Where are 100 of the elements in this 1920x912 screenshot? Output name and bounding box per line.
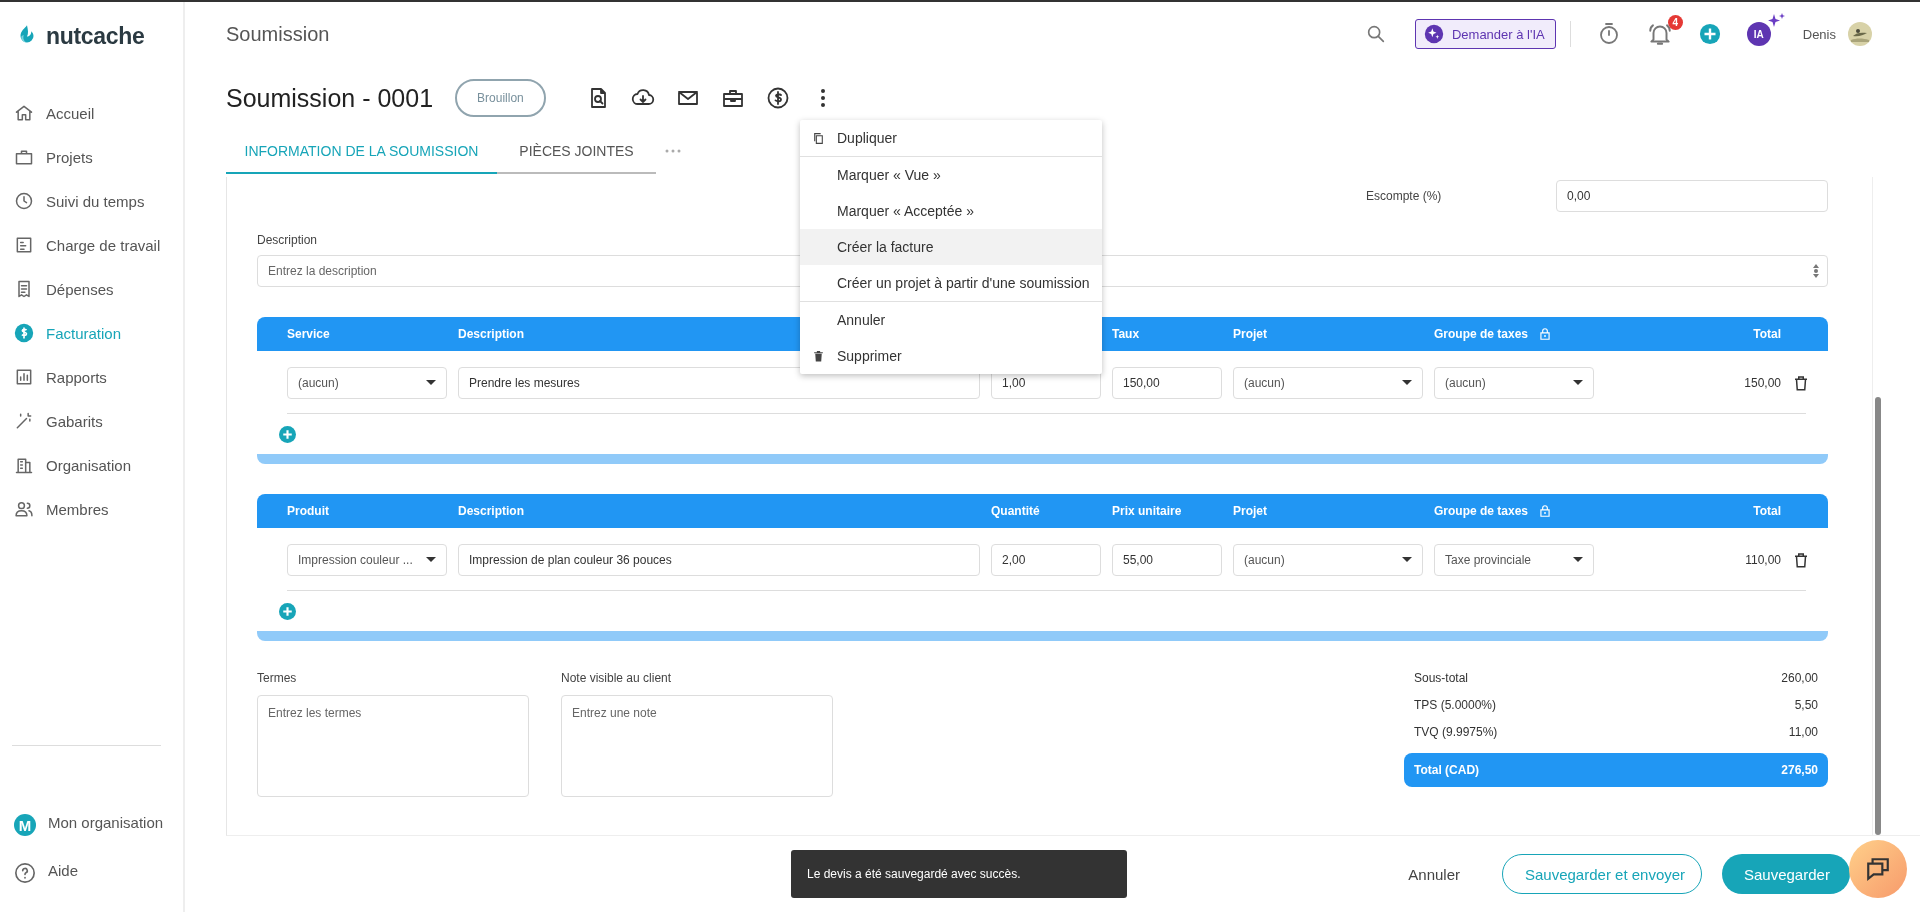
description-input[interactable]: Prendre les mesures xyxy=(458,366,980,399)
menu-item[interactable]: Marquer « Vue » xyxy=(800,157,1102,193)
caret-icon xyxy=(426,380,436,385)
chat-button[interactable] xyxy=(1849,840,1907,898)
summary-label: Sous-total xyxy=(1414,671,1469,685)
tab[interactable]: PIÈCES JOINTES xyxy=(497,130,656,174)
nav-item[interactable]: Gabarits xyxy=(0,404,183,438)
caret-icon xyxy=(426,557,436,562)
nav-item[interactable]: Organisation xyxy=(0,448,183,482)
nav-item[interactable]: Aide xyxy=(0,856,183,890)
user-name[interactable]: Denis xyxy=(1802,26,1836,42)
tax-select[interactable]: Taxe provinciale xyxy=(1434,543,1594,576)
scrollbar-thumb[interactable] xyxy=(1875,397,1881,835)
clock-icon xyxy=(14,191,34,211)
menu-item[interactable]: Créer un projet à partir d'une soumission xyxy=(800,265,1102,301)
add-icon[interactable] xyxy=(1698,23,1721,45)
trash-icon[interactable] xyxy=(1792,373,1810,392)
help-icon xyxy=(14,862,36,884)
cancel-button[interactable]: Annuler xyxy=(1386,854,1482,894)
nav-item[interactable]: Rapports xyxy=(0,360,183,394)
ai-avatar[interactable]: IA xyxy=(1746,22,1771,46)
quantity-input[interactable]: 2,00 xyxy=(991,543,1101,576)
column-header: Total xyxy=(1753,327,1781,341)
page-title: Soumission xyxy=(226,22,330,46)
sparkle-icon xyxy=(1767,13,1785,27)
nav-item[interactable]: M Mon organisation xyxy=(0,808,183,842)
nav-item[interactable]: Dépenses xyxy=(0,272,183,306)
trash-icon xyxy=(812,349,825,363)
caret-icon xyxy=(1402,380,1412,385)
add-icon[interactable] xyxy=(279,602,296,620)
discount-field[interactable]: 0,00 xyxy=(1556,180,1828,212)
caret-icon xyxy=(1402,557,1412,562)
caret-icon xyxy=(1573,380,1583,385)
column-header: Total xyxy=(1753,504,1781,518)
nav-item[interactable]: Accueil xyxy=(0,96,183,130)
description-input[interactable]: Impression de plan couleur 36 pouces xyxy=(458,543,980,576)
people-icon xyxy=(14,499,34,519)
total-label: Total (CAD) xyxy=(1414,763,1480,777)
scrollbar[interactable] xyxy=(1872,177,1882,835)
list-icon xyxy=(14,235,34,255)
summary-value: 11,00 xyxy=(1788,725,1818,739)
logo-text: nutcache xyxy=(46,22,145,50)
copy-icon xyxy=(812,131,825,145)
notification-badge: 4 xyxy=(1667,15,1683,30)
nav-item[interactable]: Projets xyxy=(0,140,183,174)
column-header: Service xyxy=(287,327,330,341)
nav-item[interactable]: Suivi du temps xyxy=(0,184,183,218)
menu-item[interactable]: Dupliquer xyxy=(800,120,1102,156)
lock-icon xyxy=(1538,327,1553,341)
column-header: Description xyxy=(458,504,524,518)
add-icon[interactable] xyxy=(279,425,296,443)
document-title: Soumission - 0001 xyxy=(226,83,434,113)
field-label: Termes xyxy=(257,671,298,685)
column-header: Prix unitaire xyxy=(1112,504,1182,518)
user-avatar[interactable] xyxy=(1848,22,1872,46)
field-label: Note visible au client xyxy=(561,671,673,685)
home-icon xyxy=(14,103,34,123)
column-header: Groupe de taxes xyxy=(1434,504,1529,518)
rate-input[interactable]: 55,00 xyxy=(1112,543,1222,576)
menu-item[interactable]: Annuler xyxy=(800,302,1102,338)
terms-field[interactable]: Entrez les termes xyxy=(257,695,529,797)
lock-icon xyxy=(1538,504,1553,518)
org-avatar: M xyxy=(14,814,36,836)
column-header: Quantité xyxy=(991,504,1040,518)
ai-button[interactable]: Demander à l'IA xyxy=(1414,19,1556,49)
field-label: Description xyxy=(257,233,318,247)
rate-input[interactable]: 150,00 xyxy=(1112,366,1222,399)
menu-item[interactable]: Marquer « Acceptée » xyxy=(800,193,1102,229)
project-select[interactable]: (aucun) xyxy=(1233,543,1423,576)
dollar-icon[interactable] xyxy=(765,86,790,110)
toast: Le devis a été sauvegardé avec succès. xyxy=(791,850,1127,898)
nav-item[interactable]: Membres xyxy=(0,492,183,526)
column-header: Projet xyxy=(1233,327,1267,341)
column-header: Description xyxy=(458,327,524,341)
note-field[interactable]: Entrez une note xyxy=(561,695,833,797)
item-select[interactable]: (aucun) xyxy=(287,366,447,399)
total-value: 276,50 xyxy=(1781,763,1818,777)
sparkle-icon xyxy=(1423,24,1444,44)
spinner-icon[interactable] xyxy=(1812,263,1820,279)
summary-label: TVQ (9.9975%) xyxy=(1414,725,1498,739)
line-total: 150,00 xyxy=(1743,375,1781,390)
summary-value: 260,00 xyxy=(1781,671,1818,685)
bell-icon[interactable] xyxy=(1646,21,1673,47)
nav-item[interactable]: Charge de travail xyxy=(0,228,183,262)
menu-item[interactable]: Créer la facture xyxy=(800,229,1102,265)
building-icon xyxy=(14,455,34,475)
column-header: Groupe de taxes xyxy=(1434,327,1529,341)
bar-chart-icon xyxy=(14,367,34,387)
magic-wand-icon xyxy=(14,411,34,431)
tax-select[interactable]: (aucun) xyxy=(1434,366,1594,399)
line-total: 110,00 xyxy=(1744,552,1781,567)
item-select[interactable]: Impression couleur ... xyxy=(287,543,447,576)
column-header: Produit xyxy=(287,504,329,518)
project-select[interactable]: (aucun) xyxy=(1233,366,1423,399)
field-label: Escompte (%) xyxy=(1366,189,1443,203)
column-header: Projet xyxy=(1233,504,1267,518)
summary-value: 5,50 xyxy=(1794,698,1818,712)
briefcase-icon xyxy=(14,147,34,167)
trash-icon[interactable] xyxy=(1792,550,1810,569)
column-header: Taux xyxy=(1112,327,1140,341)
